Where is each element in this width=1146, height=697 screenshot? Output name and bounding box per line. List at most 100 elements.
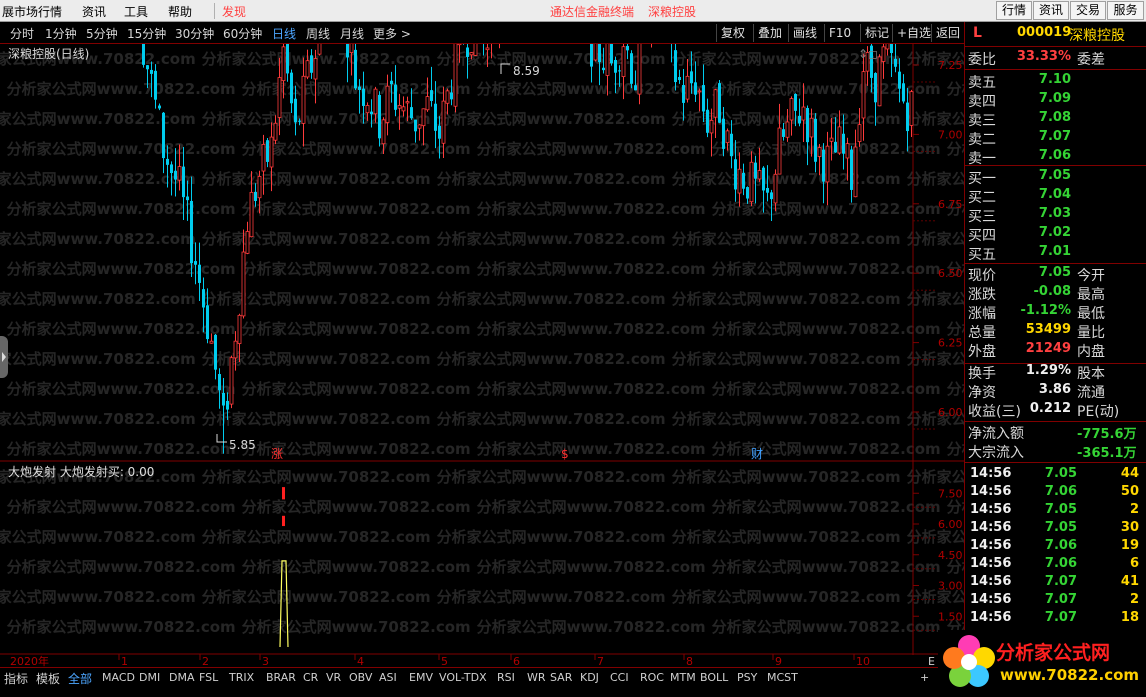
indicator-tab[interactable]: RSI [497,671,515,684]
indicator-tab[interactable]: ROC [640,671,664,684]
btn-trade[interactable]: 交易 [1070,1,1106,20]
watermark-text: 分析家公式网www.70822.com [437,230,666,248]
candlestick-chart[interactable]: 分析家公式网www.70822.com 分析家公式网www.70822.com 分析… [0,44,964,462]
candle-body [269,136,274,168]
candle-body [634,85,637,91]
watermark-text: 分析家公式网www.70822.com [7,498,236,516]
indicator-tab[interactable]: BOLL [700,671,728,684]
candle-body [174,170,177,180]
fund-flow-row: 大宗流入 -365.1万 [965,442,1146,461]
candle-body [249,191,254,238]
candle-body [397,105,402,109]
side-collapse-handle[interactable] [0,336,8,378]
watermark-text: 分析家公式网www.70822.com [242,558,471,576]
candle-body [794,93,797,111]
bottom-tab[interactable]: 全部 [68,670,92,687]
btn-mark[interactable]: 标记 [860,24,892,42]
indicator-tab[interactable]: OBV [349,671,372,684]
watermark-text: 分析家公式网www.70822.com [437,410,666,428]
btn-draw[interactable]: 画线 [788,24,824,42]
period-weekly[interactable]: 周线 [306,25,330,42]
btn-info[interactable]: 资讯 [1033,1,1069,20]
indicator-tab[interactable]: DMI [139,671,160,684]
watermark-text: 分析家公式网www.70822.com [477,200,706,218]
stat2-row-label2: 流通 [1077,385,1105,401]
watermark-layer: 分析家公式网www.70822.com 分析家公式网www.70822.com 分析… [0,50,964,458]
candle-body [678,77,681,81]
btn-f10[interactable]: F10 [824,24,856,42]
candle-body [806,108,809,143]
stat-row: 涨跌 -0.08 最高 [965,284,1146,303]
indicator-tab[interactable]: FSL [199,671,218,684]
indicator-tab[interactable]: BRAR [266,671,296,684]
tick-time: 14:56 [970,538,1012,553]
ask-level-4: 卖四 7.09 [965,91,1146,110]
btn-service[interactable]: 服务 [1107,1,1144,20]
indicator-chart[interactable]: 分析家公式网www.70822.com 分析家公式网www.70822.com 分析… [0,462,964,655]
indicator-tab[interactable]: PSY [737,671,757,684]
watermark-text: 分析家公式网www.70822.com [477,440,706,458]
bid-level-1-label: 买一 [968,171,996,187]
watermark-text: 分析家公式网www.70822.com [437,528,666,546]
bottom-tab[interactable]: 指标 [4,670,28,687]
candle-body [146,65,149,70]
btn-overlay[interactable]: 叠加 [753,24,788,42]
btn-add-watchlist[interactable]: +自选 [892,24,931,42]
indicator-tab[interactable]: EMV [409,671,433,684]
event-marker-limitup[interactable]: 涨 [271,446,283,461]
candle-body [746,187,749,199]
candle-body [385,85,390,123]
menu-discover[interactable]: 发现 [222,3,246,20]
bottom-tab[interactable]: 模板 [36,670,60,687]
stat2-row-label: 换手 [968,366,996,382]
stat2-row-label2: 股本 [1077,366,1105,382]
window-title-stock: 深粮控股 [648,5,697,19]
period-60min[interactable]: 60分钟 [223,25,262,42]
indicator-tab[interactable]: MCST [767,671,798,684]
tick-volume: 2 [1129,502,1139,517]
candle-body [734,159,737,190]
period-timeshare[interactable]: 分时 [10,25,34,42]
tick-row: 14:56 7.05 30 [965,520,1146,538]
candle-body [890,44,893,54]
tick-time: 14:56 [970,556,1012,571]
quote-header: L 000019 深粮控股 [965,25,1146,44]
btn-quotes[interactable]: 行情 [996,1,1032,20]
indicator-tab[interactable]: VOL-TDX [439,671,487,684]
candle-body [346,44,349,58]
period-1min[interactable]: 1分钟 [45,25,77,42]
period-15min[interactable]: 15分钟 [127,25,166,42]
indicator-tab[interactable]: CCI [610,671,629,684]
watermark-text: 分析家公式网www.70822.com [437,350,666,368]
candle-body [709,119,714,134]
indicator-tab[interactable]: SAR [550,671,572,684]
menu-help[interactable]: 帮助 [168,3,192,20]
indicator-tab[interactable]: ASI [379,671,397,684]
period-daily[interactable]: 日线 [272,25,296,42]
add-indicator-button[interactable]: + [920,671,929,684]
period-more[interactable]: 更多 > [373,25,411,42]
event-marker-dividend[interactable]: $ [561,447,569,461]
indicator-tab[interactable]: KDJ [580,671,599,684]
menu-market[interactable]: 展市场行情 [2,3,62,20]
btn-adjust[interactable]: 复权 [716,24,753,42]
stat-row-value: 7.05 [1038,265,1071,280]
candle-body [814,118,817,162]
indicator-tab[interactable]: WR [527,671,546,684]
watermark-text: 分析家公式网www.70822.com [907,290,964,308]
menu-news[interactable]: 资讯 [82,3,106,20]
btn-back[interactable]: 返回 [931,24,964,42]
event-marker-finance[interactable]: 财 [751,447,763,461]
menu-tools[interactable]: 工具 [124,3,148,20]
indicator-tab[interactable]: DMA [169,671,195,684]
indicator-tab[interactable]: TRIX [229,671,254,684]
watermark-text: 分析家公式网www.70822.com [672,170,901,188]
indicator-tab[interactable]: MTM [670,671,696,684]
indicator-tab[interactable]: CR [303,671,318,684]
period-30min[interactable]: 30分钟 [175,25,214,42]
price-tick-label: 6.75 [938,198,963,211]
indicator-tab[interactable]: MACD [102,671,135,684]
period-monthly[interactable]: 月线 [340,25,364,42]
indicator-tab[interactable]: VR [326,671,341,684]
period-5min[interactable]: 5分钟 [86,25,118,42]
